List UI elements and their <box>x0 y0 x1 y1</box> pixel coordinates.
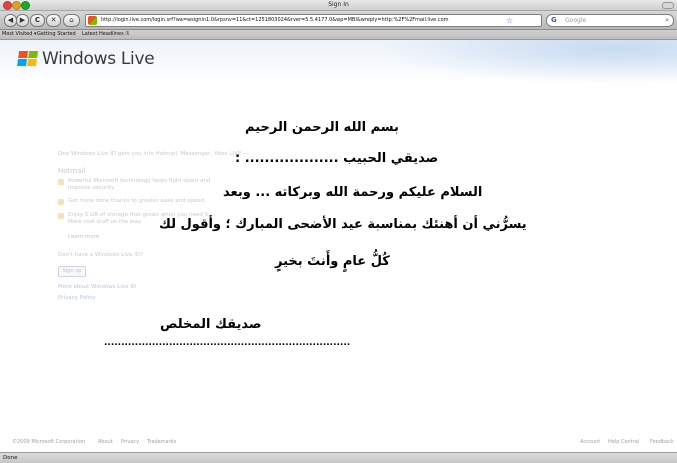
no-id-text: Don't have a Windows Live ID? <box>58 252 143 258</box>
status-bar: Done <box>0 452 677 463</box>
toolbar-toggle-button[interactable] <box>662 2 674 9</box>
feature-text-2: Get more done thanks to greater ease and… <box>68 198 206 204</box>
search-bar[interactable]: G Google ⌕ <box>546 14 674 27</box>
header-swoosh <box>377 40 677 84</box>
search-input[interactable]: Google <box>565 15 586 26</box>
bookmark-star-icon[interactable]: ☆ <box>506 15 513 26</box>
sign-up-button[interactable]: Sign up <box>58 266 86 277</box>
signature-dots: ........................................… <box>104 338 351 348</box>
windows-live-logo: Windows Live <box>42 49 155 69</box>
site-favicon-icon <box>88 16 97 25</box>
bookmark-latest-headlines[interactable]: Latest Headlines ℛ <box>82 30 129 39</box>
footer-feedback-link[interactable]: Feedback <box>650 437 674 447</box>
footer-privacy-link[interactable]: Privacy <box>121 437 139 447</box>
more-about-link[interactable]: More about Windows Live ID <box>58 284 136 290</box>
intro-text: One Windows Live ID gets you into Hotmai… <box>58 151 249 157</box>
bookmark-getting-started[interactable]: Getting Started <box>37 30 76 39</box>
letter-line-signoff: صديقك المخلص <box>160 317 262 332</box>
lock-icon <box>58 179 64 185</box>
letter-line-greeting: صديقي الحبيب ................... : <box>235 151 439 166</box>
search-icon[interactable]: ⌕ <box>665 15 669 26</box>
reload-button[interactable]: C <box>30 14 45 27</box>
learn-more-link[interactable]: Learn more <box>68 234 99 240</box>
page-footer: ©2009 Microsoft Corporation About Privac… <box>0 437 677 447</box>
letter-line-congrats: يسرُّني أن أهنئك بمناسبة عيد الأضحى المب… <box>159 217 527 232</box>
storage-icon <box>58 213 64 219</box>
footer-about-link[interactable]: About <box>98 437 113 447</box>
letter-line-basmala: بسم الله الرحمن الرحيم <box>245 120 399 135</box>
title-bar: Sign In <box>0 0 677 11</box>
footer-copyright: ©2009 Microsoft Corporation <box>12 439 86 445</box>
stop-button[interactable]: ✕ <box>46 14 61 27</box>
bookmark-most-visited[interactable]: Most Visited ▾ <box>2 30 37 39</box>
footer-help-link[interactable]: Help Central <box>608 437 639 447</box>
letter-line-wish: كُلُّ عامٍ وأَنتَ بخيرٍ <box>275 254 390 269</box>
letter-line-salam: السلام عليكم ورحمة الله وبركاته ... وبعد <box>223 185 483 200</box>
google-icon[interactable]: G <box>551 16 557 25</box>
url-text[interactable]: http://login.live.com/login.srf?wa=wsign… <box>101 15 501 26</box>
bookmarks-bar: Most Visited ▾ Getting Started Latest He… <box>0 30 677 40</box>
forward-button[interactable]: ▶ <box>16 14 29 27</box>
header-band: Windows Live <box>0 40 677 84</box>
privacy-policy-link[interactable]: Privacy Policy <box>58 295 95 301</box>
footer-account-link[interactable]: Account <box>580 437 600 447</box>
footer-trademarks-link[interactable]: Trademarks <box>147 437 176 447</box>
speed-icon <box>58 199 64 205</box>
page-content: Windows Live One Windows Live ID gets yo… <box>0 40 677 452</box>
windows-logo-icon <box>17 51 39 67</box>
navigation-toolbar: ◀ ▶ C ✕ ⌂ http://login.live.com/login.sr… <box>0 11 677 30</box>
home-button[interactable]: ⌂ <box>63 14 80 27</box>
feature-text-1: Powerful Microsoft technology helps figh… <box>68 178 211 191</box>
address-bar[interactable]: http://login.live.com/login.srf?wa=wsign… <box>85 14 542 27</box>
hotmail-heading: Hotmail <box>58 167 86 175</box>
window-title: Sign In <box>328 1 349 8</box>
